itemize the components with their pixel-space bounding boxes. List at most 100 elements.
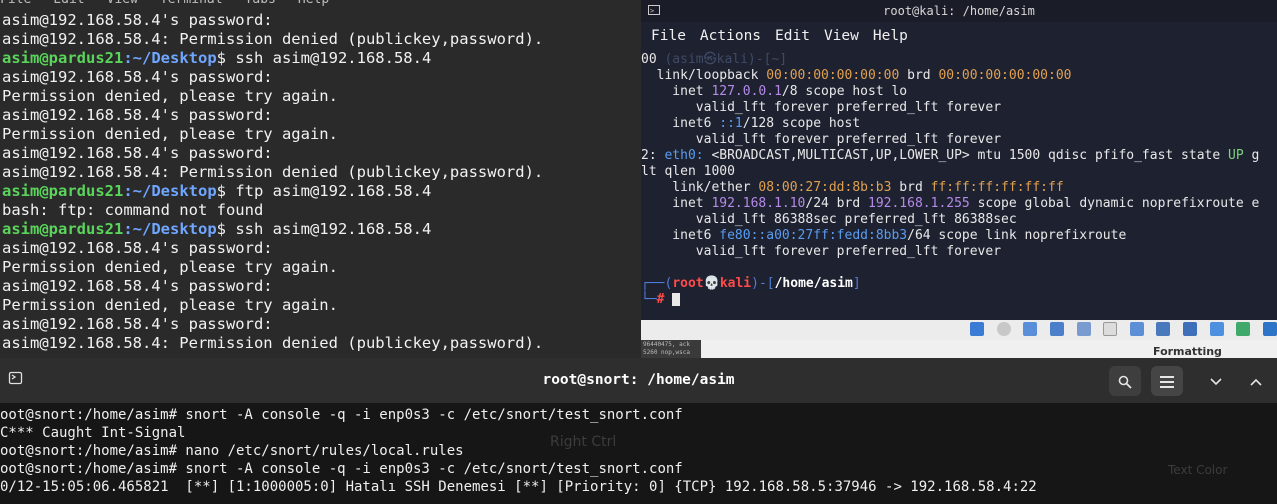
- snort-terminal-output: oot@snort:/home/asim# snort -A console -…: [0, 406, 1277, 496]
- terminal-line: Permission denied, please try again.: [2, 296, 338, 314]
- left-terminal-output: asim@192.168.58.4's password: asim@192.16…: [2, 11, 543, 353]
- terminal-line: asim@192.168.58.4: Permission denied (pu…: [2, 334, 544, 352]
- mouse-integration-icon[interactable]: [1209, 322, 1224, 336]
- terminal-line: asim@192.168.58.4's password:: [2, 315, 273, 333]
- terminal-segment: g: [1243, 148, 1260, 163]
- terminal-segment: /128 scope host: [742, 116, 861, 131]
- keyboard-icon[interactable]: [1263, 322, 1277, 336]
- terminal-line: inet6 fe80::a00:27ff:fedd:8bb3/64 scope …: [641, 228, 1277, 244]
- cpu-icon[interactable]: [1183, 322, 1198, 336]
- left-menu-view[interactable]: View: [107, 0, 138, 7]
- virtualbox-status-bar: [641, 320, 1277, 340]
- prompt-path: :~/Desktop: [123, 49, 217, 67]
- terminal-line: asim@192.168.58.4: Permission denied (pu…: [2, 30, 544, 48]
- terminal-line: valid_lft forever preferred_lft forever: [641, 132, 1277, 148]
- terminal-line: Permission denied, please try again.: [2, 258, 338, 276]
- kali-menu-file[interactable]: File: [651, 28, 686, 44]
- terminal-line: lt qlen 1000: [641, 164, 1277, 180]
- terminal-line: inet 192.168.1.10/24 brd 192.168.1.255 s…: [641, 196, 1277, 212]
- terminal-line: asim@192.168.58.4's password:: [2, 144, 273, 162]
- kali-menu-edit[interactable]: Edit: [775, 28, 810, 44]
- kali-menu-actions[interactable]: Actions: [700, 28, 761, 44]
- network-icon[interactable]: [1049, 322, 1064, 336]
- terminal-line: asim@192.168.58.4's password:: [2, 68, 273, 86]
- display-icon[interactable]: [1129, 322, 1144, 336]
- terminal-segment: link/loopback: [656, 68, 767, 83]
- terminal-segment: valid_lft forever preferred_lft forever: [641, 244, 1002, 259]
- terminal-segment: (asim㉿kali)-[~]: [664, 52, 788, 67]
- prompt-open: ┌──(: [641, 276, 673, 291]
- prompt-path: :~/Desktop: [123, 220, 217, 238]
- recording-icon[interactable]: [1156, 322, 1171, 336]
- prompt-line2: └─: [641, 292, 657, 307]
- usb-icon[interactable]: [1076, 322, 1091, 336]
- prompt-command: $ ssh asim@192.168.58.4: [216, 220, 432, 238]
- left-menu-terminal[interactable]: Terminal: [160, 0, 223, 7]
- terminal-line: 0/12-15:05:06.465821 [**] [1:1000005:0] …: [0, 479, 1037, 495]
- shared-folder-icon[interactable]: [1103, 322, 1118, 336]
- terminal-segment: 192.168.1.255: [868, 196, 970, 211]
- prompt-hash: #: [656, 292, 665, 307]
- hamburger-menu-button[interactable]: [1151, 366, 1183, 396]
- kali-menu-view[interactable]: View: [824, 28, 859, 44]
- left-menu-help[interactable]: Help: [298, 0, 329, 7]
- ghost-text-color-text: Text Color: [1168, 463, 1228, 477]
- terminal-line: inet6 ::1/128 scope host: [641, 116, 1277, 132]
- kali-menu-help[interactable]: Help: [873, 28, 908, 44]
- terminal-segment: valid_lft forever preferred_lft forever: [641, 100, 1002, 115]
- terminal-icon: >_: [648, 5, 660, 15]
- kali-prompt-line: ┌──(root💀kali)-[/home/asim]: [641, 276, 1277, 292]
- prompt-command: $ ssh asim@192.168.58.4: [216, 49, 432, 67]
- kali-terminal-window[interactable]: >_ root@kali: /home/asim File Actions Edit…: [641, 0, 1277, 320]
- terminal-segment: brd: [891, 180, 931, 195]
- background-window-strip: 96440475, ack 5260 nop,wsca Formatting: [641, 340, 1277, 358]
- terminal-segment: brd: [899, 68, 939, 83]
- terminal-segment: scope global dynamic noprefixroute e: [969, 196, 1260, 211]
- guest-additions-icon[interactable]: [1236, 322, 1251, 336]
- terminal-segment: lt qlen 1000: [641, 164, 735, 179]
- terminal-line: bash: ftp: command not found: [2, 201, 264, 219]
- audio-icon[interactable]: [1023, 322, 1038, 336]
- terminal-segment: /64 scope link noprefixroute: [907, 228, 1127, 243]
- prompt-skull: 💀: [703, 276, 720, 291]
- background-packet-pane: 96440475, ack 5260 nop,wsca: [641, 340, 701, 358]
- terminal-segment: valid_lft forever preferred_lft forever: [641, 132, 1002, 147]
- minimize-button[interactable]: [1200, 366, 1232, 396]
- snort-terminal-window[interactable]: root@snort: /home/asim oot@snort:/home/a…: [0, 358, 1277, 504]
- terminal-segment: /24 brd: [805, 196, 868, 211]
- prompt-path: :~/Desktop: [123, 182, 217, 200]
- terminal-segment: ff:ff:ff:ff:ff:ff: [930, 180, 1064, 195]
- terminal-line: Permission denied, please try again.: [2, 87, 338, 105]
- terminal-segment: inet6: [641, 116, 720, 131]
- optical-drive-icon[interactable]: [996, 322, 1011, 336]
- hard-disk-icon[interactable]: [969, 322, 984, 336]
- prompt-path: /home/asim: [774, 276, 853, 291]
- left-terminal-window[interactable]: File Edit View Terminal Tabs Help asim@192.16…: [0, 0, 641, 358]
- left-menu-tabs[interactable]: Tabs: [245, 0, 276, 7]
- terminal-line: link/loopback 00:00:00:00:00:00 brd 00:0…: [641, 68, 1277, 84]
- kali-window-title: root@kali: /home/asim: [883, 4, 1035, 18]
- prompt-user: asim@pardus21: [2, 49, 124, 67]
- ghost-right-ctrl-text: Right Ctrl: [550, 434, 617, 450]
- terminal-segment: inet: [641, 196, 712, 211]
- snort-window-title: root@snort: /home/asim: [542, 372, 735, 388]
- prompt-close: ]: [852, 276, 861, 291]
- snort-headerbar: root@snort: /home/asim: [0, 358, 1277, 403]
- terminal-line: inet 127.0.0.1/8 scope host lo: [641, 84, 1277, 100]
- left-menu-edit[interactable]: Edit: [53, 0, 84, 7]
- chevron-down-icon: [1210, 377, 1222, 385]
- terminal-line: valid_lft forever preferred_lft forever: [641, 244, 1277, 260]
- terminal-segment: 08:00:27:dd:8b:b3: [758, 180, 892, 195]
- left-menu-file[interactable]: File: [0, 0, 31, 7]
- kali-menubar: File Actions Edit View Help: [641, 24, 1277, 48]
- maximize-button[interactable]: [1240, 366, 1272, 396]
- terminal-segment: <BROADCAST,MULTICAST,UP,LOWER_UP> mtu 15…: [703, 148, 1229, 163]
- terminal-line: asim@pardus21:~/Desktop$ ssh asim@192.16…: [2, 220, 543, 239]
- left-terminal-menubar: File Edit View Terminal Tabs Help: [0, 0, 641, 7]
- terminal-line: oot@snort:/home/asim# snort -A console -…: [0, 407, 683, 423]
- terminal-line: asim@192.168.58.4's password:: [2, 239, 273, 257]
- terminal-line: 2: eth0: <BROADCAST,MULTICAST,UP,LOWER_U…: [641, 148, 1277, 164]
- search-button[interactable]: [1109, 366, 1141, 396]
- terminal-segment: ::1: [719, 116, 743, 131]
